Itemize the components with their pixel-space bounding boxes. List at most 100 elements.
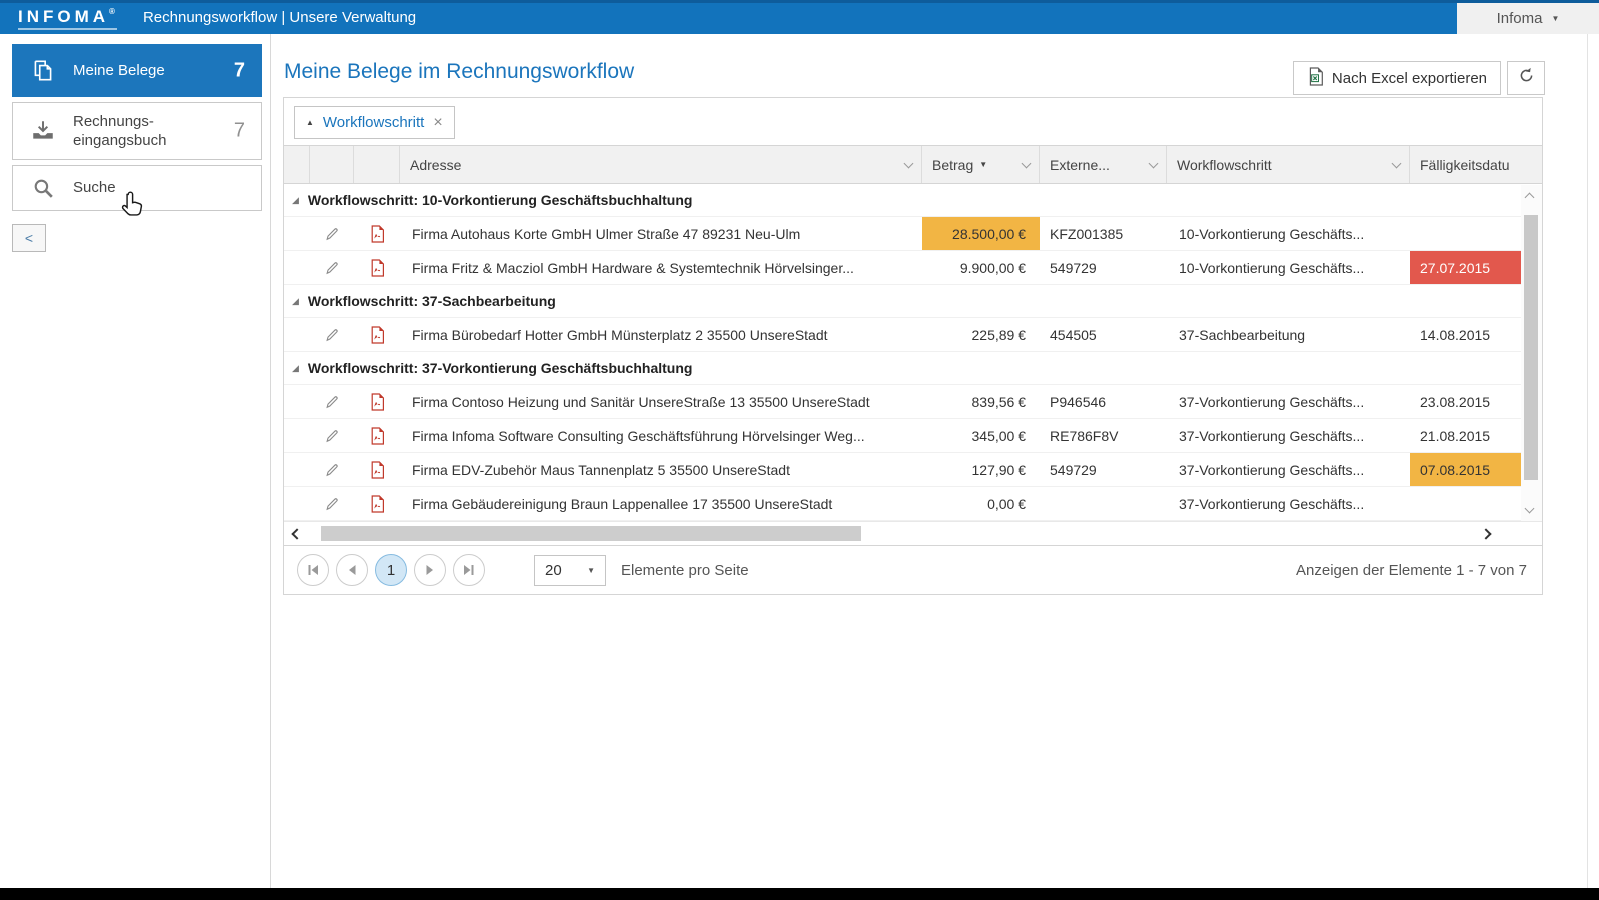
table-row[interactable]: Firma Infoma Software Consulting Geschäf… <box>284 419 1522 453</box>
table-row[interactable]: Firma Contoso Heizung und Sanitär Unsere… <box>284 385 1522 419</box>
row-indent <box>284 318 310 351</box>
table-row[interactable]: Firma Fritz & Macziol GmbH Hardware & Sy… <box>284 251 1522 285</box>
group-collapse-icon[interactable]: ◢ <box>292 364 299 373</box>
cell-workflowschritt: 37-Vorkontierung Geschäfts... <box>1167 385 1410 418</box>
inbox-download-icon <box>13 118 73 144</box>
cell-faelligkeitsdatum: 14.08.2015 <box>1410 318 1522 351</box>
page-title: Meine Belege im Rechnungsworkflow <box>284 60 634 84</box>
table-row[interactable]: Firma Bürobedarf Hotter GmbH Münsterplat… <box>284 318 1522 352</box>
user-menu-label: Infoma <box>1497 10 1543 27</box>
group-chip-label: Workflowschritt <box>323 114 424 131</box>
scroll-left-icon[interactable] <box>291 528 302 539</box>
edit-pencil-icon[interactable] <box>310 487 354 520</box>
vertical-scrollbar-thumb[interactable] <box>1524 215 1538 480</box>
edit-pencil-icon[interactable] <box>310 318 354 351</box>
table-body: ◢ Workflowschritt: 10-Vorkontierung Gesc… <box>284 184 1522 521</box>
group-label: Workflowschritt: 10-Vorkontierung Geschä… <box>308 192 693 208</box>
edit-pencil-icon[interactable] <box>310 217 354 250</box>
header-adresse[interactable]: Adresse <box>400 146 922 183</box>
per-page-label: Elemente pro Seite <box>621 562 749 579</box>
edit-pencil-icon[interactable] <box>310 419 354 452</box>
hand-cursor-icon <box>118 190 145 226</box>
page-size-select[interactable]: 20 ▼ <box>534 555 606 586</box>
pdf-icon[interactable] <box>354 217 400 250</box>
pager-first-button[interactable] <box>297 554 329 586</box>
horizontal-scrollbar[interactable] <box>284 521 1542 545</box>
cell-externe: 549729 <box>1040 453 1167 486</box>
chevron-down-icon[interactable] <box>1022 159 1032 169</box>
chevron-down-icon: ▼ <box>587 566 595 575</box>
edit-pencil-icon[interactable] <box>310 385 354 418</box>
pdf-icon[interactable] <box>354 453 400 486</box>
cell-workflowschritt: 37-Vorkontierung Geschäfts... <box>1167 419 1410 452</box>
row-indent <box>284 251 310 284</box>
pager-next-button[interactable] <box>414 554 446 586</box>
pager-page-1[interactable]: 1 <box>375 554 407 586</box>
group-collapse-icon[interactable]: ◢ <box>292 297 299 306</box>
cell-betrag: 225,89 € <box>922 318 1040 351</box>
export-excel-button[interactable]: Nach Excel exportieren <box>1293 61 1501 95</box>
chevron-down-icon[interactable] <box>904 159 914 169</box>
table-row[interactable]: Firma Autohaus Korte GmbH Ulmer Straße 4… <box>284 217 1522 251</box>
sidebar-item-label: Rechnungs- eingangsbuch <box>73 112 166 151</box>
header-betrag[interactable]: Betrag ▼ <box>922 146 1040 183</box>
vertical-scrollbar[interactable] <box>1521 185 1542 521</box>
chevron-down-icon[interactable] <box>1392 159 1402 169</box>
group-row[interactable]: ◢ Workflowschritt: 37-Vorkontierung Gesc… <box>284 352 1522 385</box>
cell-faelligkeitsdatum <box>1410 487 1522 520</box>
header-workflowschritt[interactable]: Workflowschritt <box>1167 146 1410 183</box>
sidebar-item-meine-belege[interactable]: Meine Belege 7 <box>12 44 262 97</box>
pdf-icon[interactable] <box>354 251 400 284</box>
window-right-edge <box>1587 34 1588 888</box>
sidebar-collapse-button[interactable]: < <box>12 224 46 252</box>
chevron-down-icon: ▼ <box>1551 14 1559 23</box>
header-pdf-col <box>354 146 400 183</box>
sidebar-item-label: Suche <box>73 178 116 198</box>
cell-externe: 454505 <box>1040 318 1167 351</box>
chevron-down-icon[interactable] <box>1149 159 1159 169</box>
row-indent <box>284 217 310 250</box>
header-externe[interactable]: Externe... <box>1040 146 1167 183</box>
pager-last-button[interactable] <box>453 554 485 586</box>
cell-externe: P946546 <box>1040 385 1167 418</box>
pager-prev-button[interactable] <box>336 554 368 586</box>
user-menu-button[interactable]: Infoma ▼ <box>1457 3 1599 34</box>
sidebar-item-label: Meine Belege <box>73 61 165 81</box>
cell-adresse: Firma Fritz & Macziol GmbH Hardware & Sy… <box>400 251 922 284</box>
pdf-icon[interactable] <box>354 385 400 418</box>
cell-faelligkeitsdatum: 21.08.2015 <box>1410 419 1522 452</box>
edit-pencil-icon[interactable] <box>310 453 354 486</box>
header-faelligkeitsdatum[interactable]: Fälligkeitsdatu <box>1410 146 1544 183</box>
app-title: Rechnungsworkflow | Unsere Verwaltung <box>143 9 416 26</box>
toolbar: Nach Excel exportieren <box>1293 61 1545 95</box>
sidebar-divider <box>270 34 271 888</box>
group-row[interactable]: ◢ Workflowschritt: 10-Vorkontierung Gesc… <box>284 184 1522 217</box>
scroll-down-icon[interactable] <box>1525 504 1535 514</box>
scroll-right-icon[interactable] <box>1480 528 1491 539</box>
group-collapse-icon[interactable]: ◢ <box>292 196 299 205</box>
cell-externe: 549729 <box>1040 251 1167 284</box>
sidebar-item-rechnungseingangsbuch[interactable]: Rechnungs- eingangsbuch 7 <box>12 102 262 160</box>
table-header: Adresse Betrag ▼ Externe... Workflowschr… <box>284 146 1542 184</box>
refresh-button[interactable] <box>1507 61 1545 95</box>
cell-faelligkeitsdatum: 07.08.2015 <box>1410 453 1522 486</box>
header-expand-col <box>284 146 310 183</box>
close-icon[interactable]: × <box>433 114 442 132</box>
group-row[interactable]: ◢ Workflowschritt: 37-Sachbearbeitung <box>284 285 1522 318</box>
search-icon <box>13 176 73 201</box>
scroll-up-icon[interactable] <box>1525 193 1535 203</box>
pdf-icon[interactable] <box>354 318 400 351</box>
pdf-icon[interactable] <box>354 419 400 452</box>
group-chip-workflowschritt[interactable]: ▲ Workflowschritt × <box>294 106 455 139</box>
edit-pencil-icon[interactable] <box>310 251 354 284</box>
cell-workflowschritt: 10-Vorkontierung Geschäfts... <box>1167 217 1410 250</box>
table-row[interactable]: Firma EDV-Zubehör Maus Tannenplatz 5 355… <box>284 453 1522 487</box>
pdf-icon[interactable] <box>354 487 400 520</box>
cell-betrag: 345,00 € <box>922 419 1040 452</box>
cell-adresse: Firma Infoma Software Consulting Geschäf… <box>400 419 922 452</box>
table-row[interactable]: Firma Gebäudereinigung Braun Lappenallee… <box>284 487 1522 521</box>
row-indent <box>284 385 310 418</box>
cell-betrag: 839,56 € <box>922 385 1040 418</box>
sort-asc-icon[interactable]: ▲ <box>306 118 314 127</box>
horizontal-scrollbar-thumb[interactable] <box>321 526 861 541</box>
